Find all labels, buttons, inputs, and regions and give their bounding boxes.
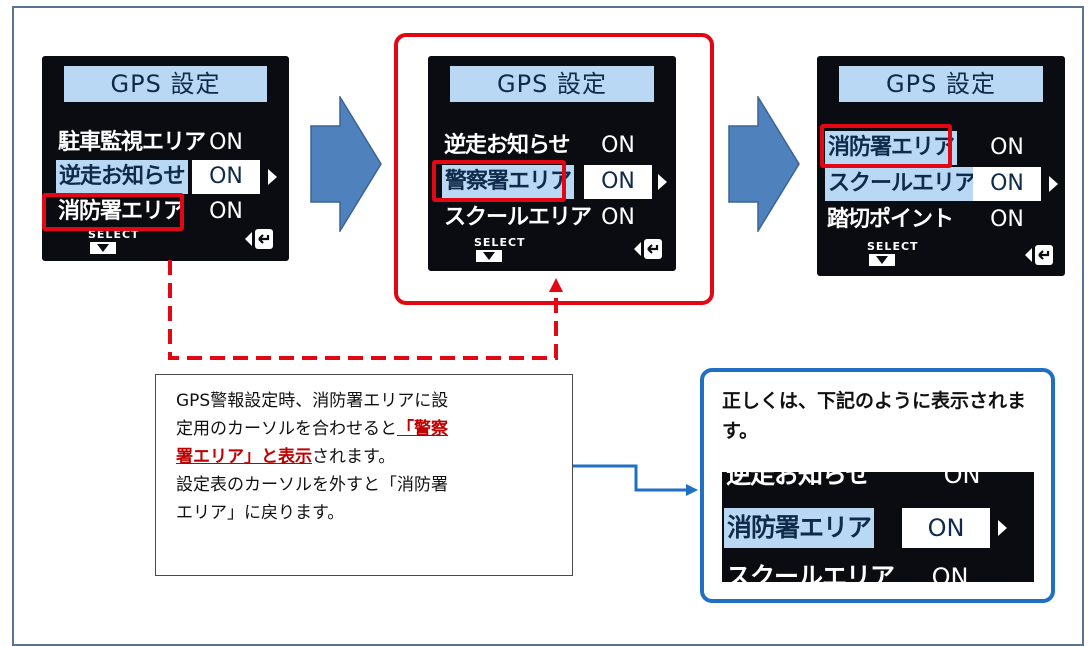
callout-line-3-emphasis: 署エリア」と表示 xyxy=(176,447,312,467)
correct-row-3-label: スクールエリア xyxy=(726,562,895,582)
callout-line-2-text: 定用のカーソルを合わせると xyxy=(176,419,397,439)
correct-row-3: スクールエリア ON xyxy=(722,560,1034,582)
correct-row-3-value: ON xyxy=(931,563,969,582)
callout-line-5: エリア」に戻ります。 xyxy=(176,503,345,523)
explanation-callout: GPS警報設定時、消防署エリアに設 定用のカーソルを合わせると「警察 署エリア」… xyxy=(155,374,573,576)
callout-line-2-emphasis: 「警察 xyxy=(397,419,448,439)
callout-line-1: GPS警報設定時、消防署エリアに設 xyxy=(176,391,449,411)
callout-line-2: 定用のカーソルを合わせると「警察 xyxy=(176,415,552,443)
correct-display-screen: 逆走お知らせ ON 消防署エリア ON スクールエリア ON xyxy=(722,472,1034,582)
correct-row-2-value: ON xyxy=(902,508,990,548)
correct-right-arrow-icon xyxy=(998,520,1007,536)
correct-row-1-label: 逆走お知らせ xyxy=(726,472,871,489)
correct-row-2-label: 消防署エリア xyxy=(724,508,875,548)
correct-row-2: 消防署エリア ON xyxy=(722,508,1034,548)
correct-row-1: 逆走お知らせ ON xyxy=(722,472,1034,492)
correct-display-box: 正しくは、下記のように表示されます。 逆走お知らせ ON 消防署エリア ON ス… xyxy=(700,368,1055,603)
correct-row-1-value: ON xyxy=(943,472,981,489)
correct-display-title: 正しくは、下記のように表示されます。 xyxy=(722,390,1027,442)
callout-line-4: 設定表のカーソルを外すと「消防署 xyxy=(176,475,448,495)
callout-line-3-text: されます。 xyxy=(312,447,396,467)
callout-line-3: 署エリア」と表示されます。 xyxy=(176,443,552,471)
